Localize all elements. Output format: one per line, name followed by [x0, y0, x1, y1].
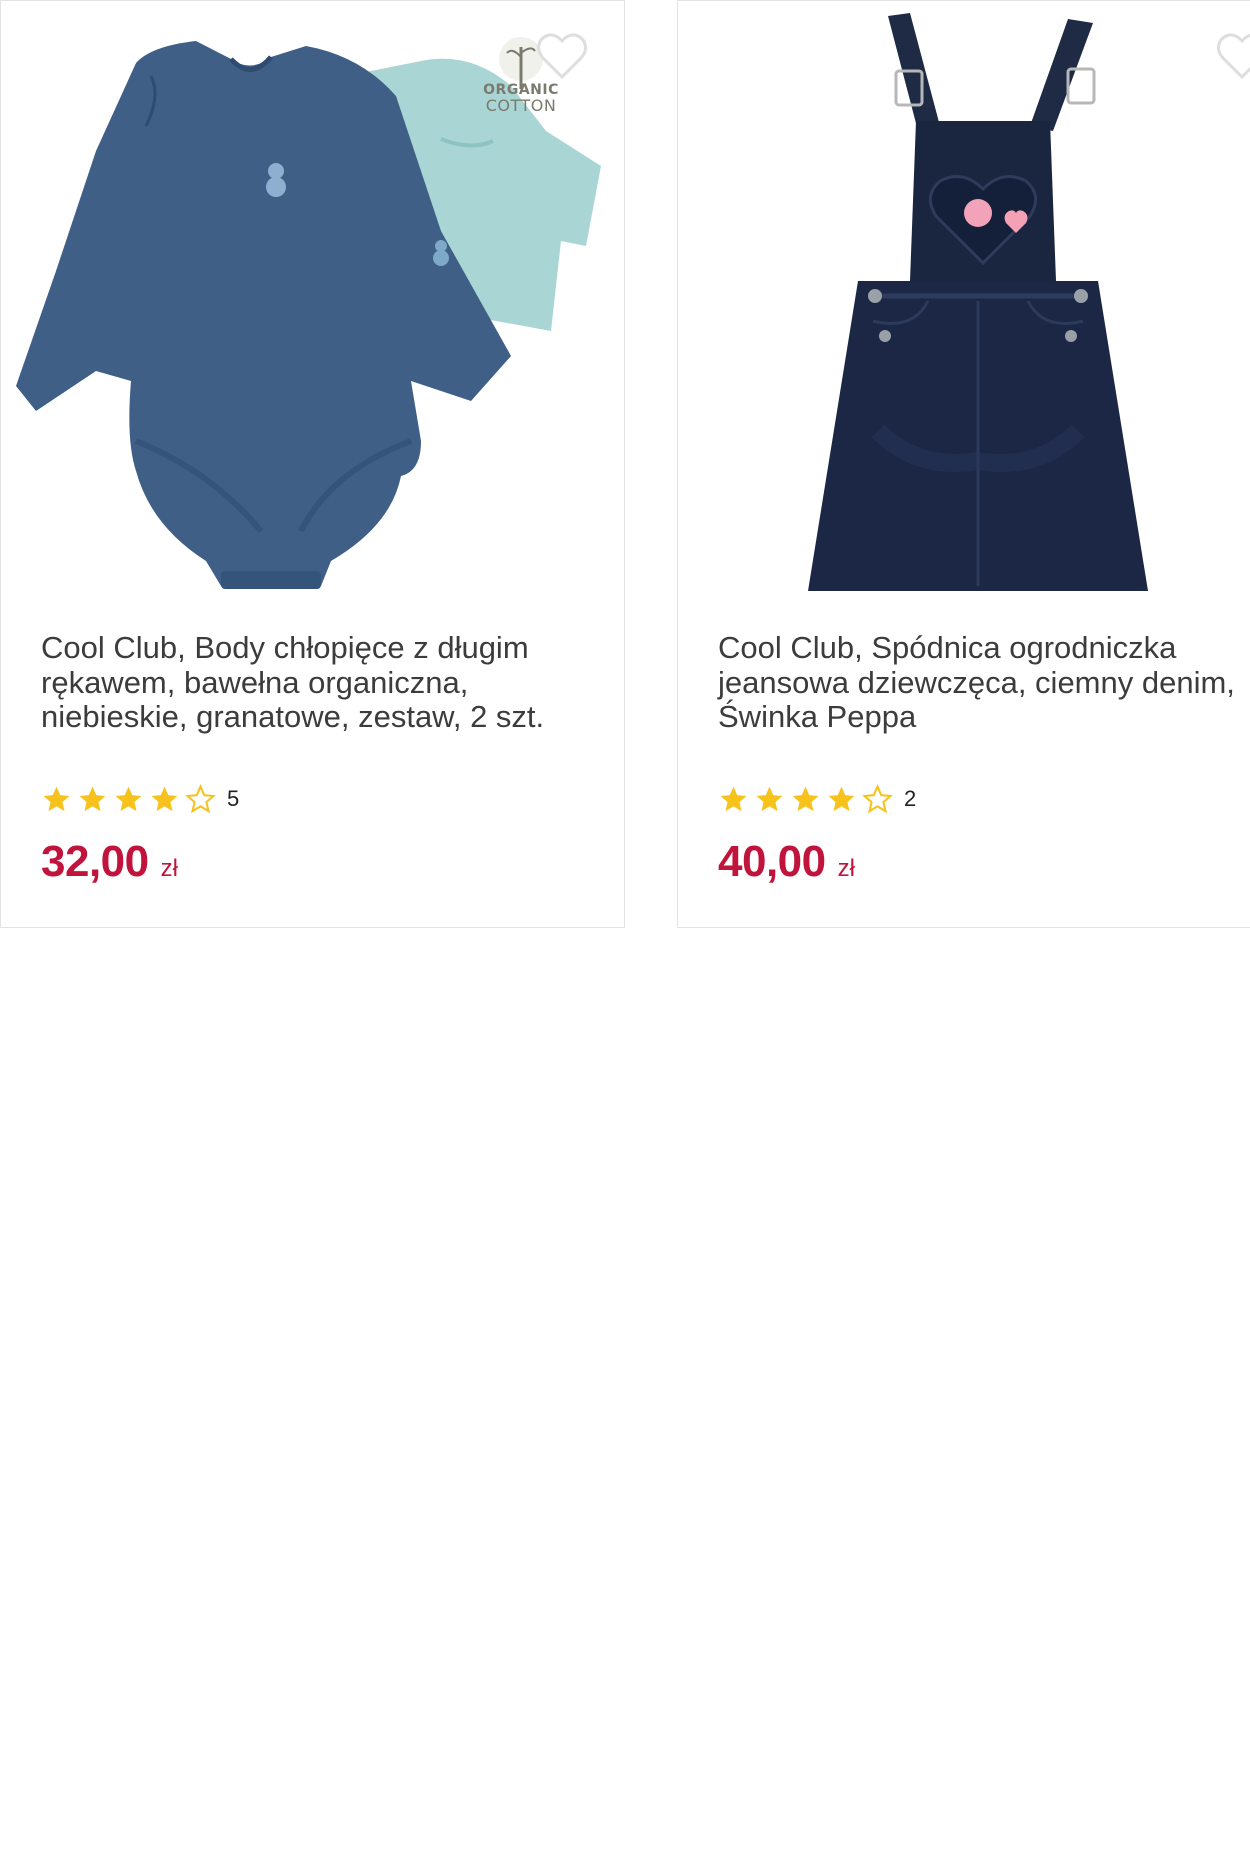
price-currency: zł — [160, 855, 178, 882]
badge-line-2: COTTON — [485, 96, 557, 115]
organic-cotton-badge: ORGANIC COTTON — [479, 83, 563, 115]
star-filled-icon — [828, 786, 855, 811]
heart-outline-icon[interactable] — [1213, 27, 1250, 85]
price-value: 32,00 — [41, 837, 149, 886]
product-rating: 5 — [41, 783, 239, 815]
product-card[interactable]: Cool Club, Spódnica ogrodniczka jeansowa… — [677, 0, 1250, 928]
star-outline-icon — [862, 783, 893, 813]
price-value: 40,00 — [718, 837, 826, 886]
review-count: 5 — [227, 786, 240, 811]
star-filled-icon — [115, 786, 142, 811]
product-price: 40,00 zł — [718, 837, 855, 887]
product-title[interactable]: Cool Club, Spódnica ogrodniczka jeansowa… — [718, 630, 1250, 735]
review-count: 2 — [904, 786, 917, 811]
product-title[interactable]: Cool Club, Body chłopięce z długim rękaw… — [41, 630, 586, 735]
product-price: 32,00 zł — [41, 837, 178, 887]
star-filled-icon — [756, 786, 783, 811]
heart-outline-icon[interactable] — [533, 27, 591, 85]
star-filled-icon — [151, 786, 178, 811]
star-outline-icon — [185, 783, 216, 813]
product-grid: ORGANIC COTTON Cool Club, Body chłopięce… — [0, 0, 1250, 1859]
star-filled-icon — [43, 786, 70, 811]
star-filled-icon — [79, 786, 106, 811]
star-filled-icon — [720, 786, 747, 811]
star-filled-icon — [792, 786, 819, 811]
price-currency: zł — [837, 855, 855, 882]
product-card[interactable]: ORGANIC COTTON Cool Club, Body chłopięce… — [0, 0, 625, 928]
product-rating: 2 — [718, 783, 916, 815]
product-image[interactable] — [678, 1, 1250, 611]
